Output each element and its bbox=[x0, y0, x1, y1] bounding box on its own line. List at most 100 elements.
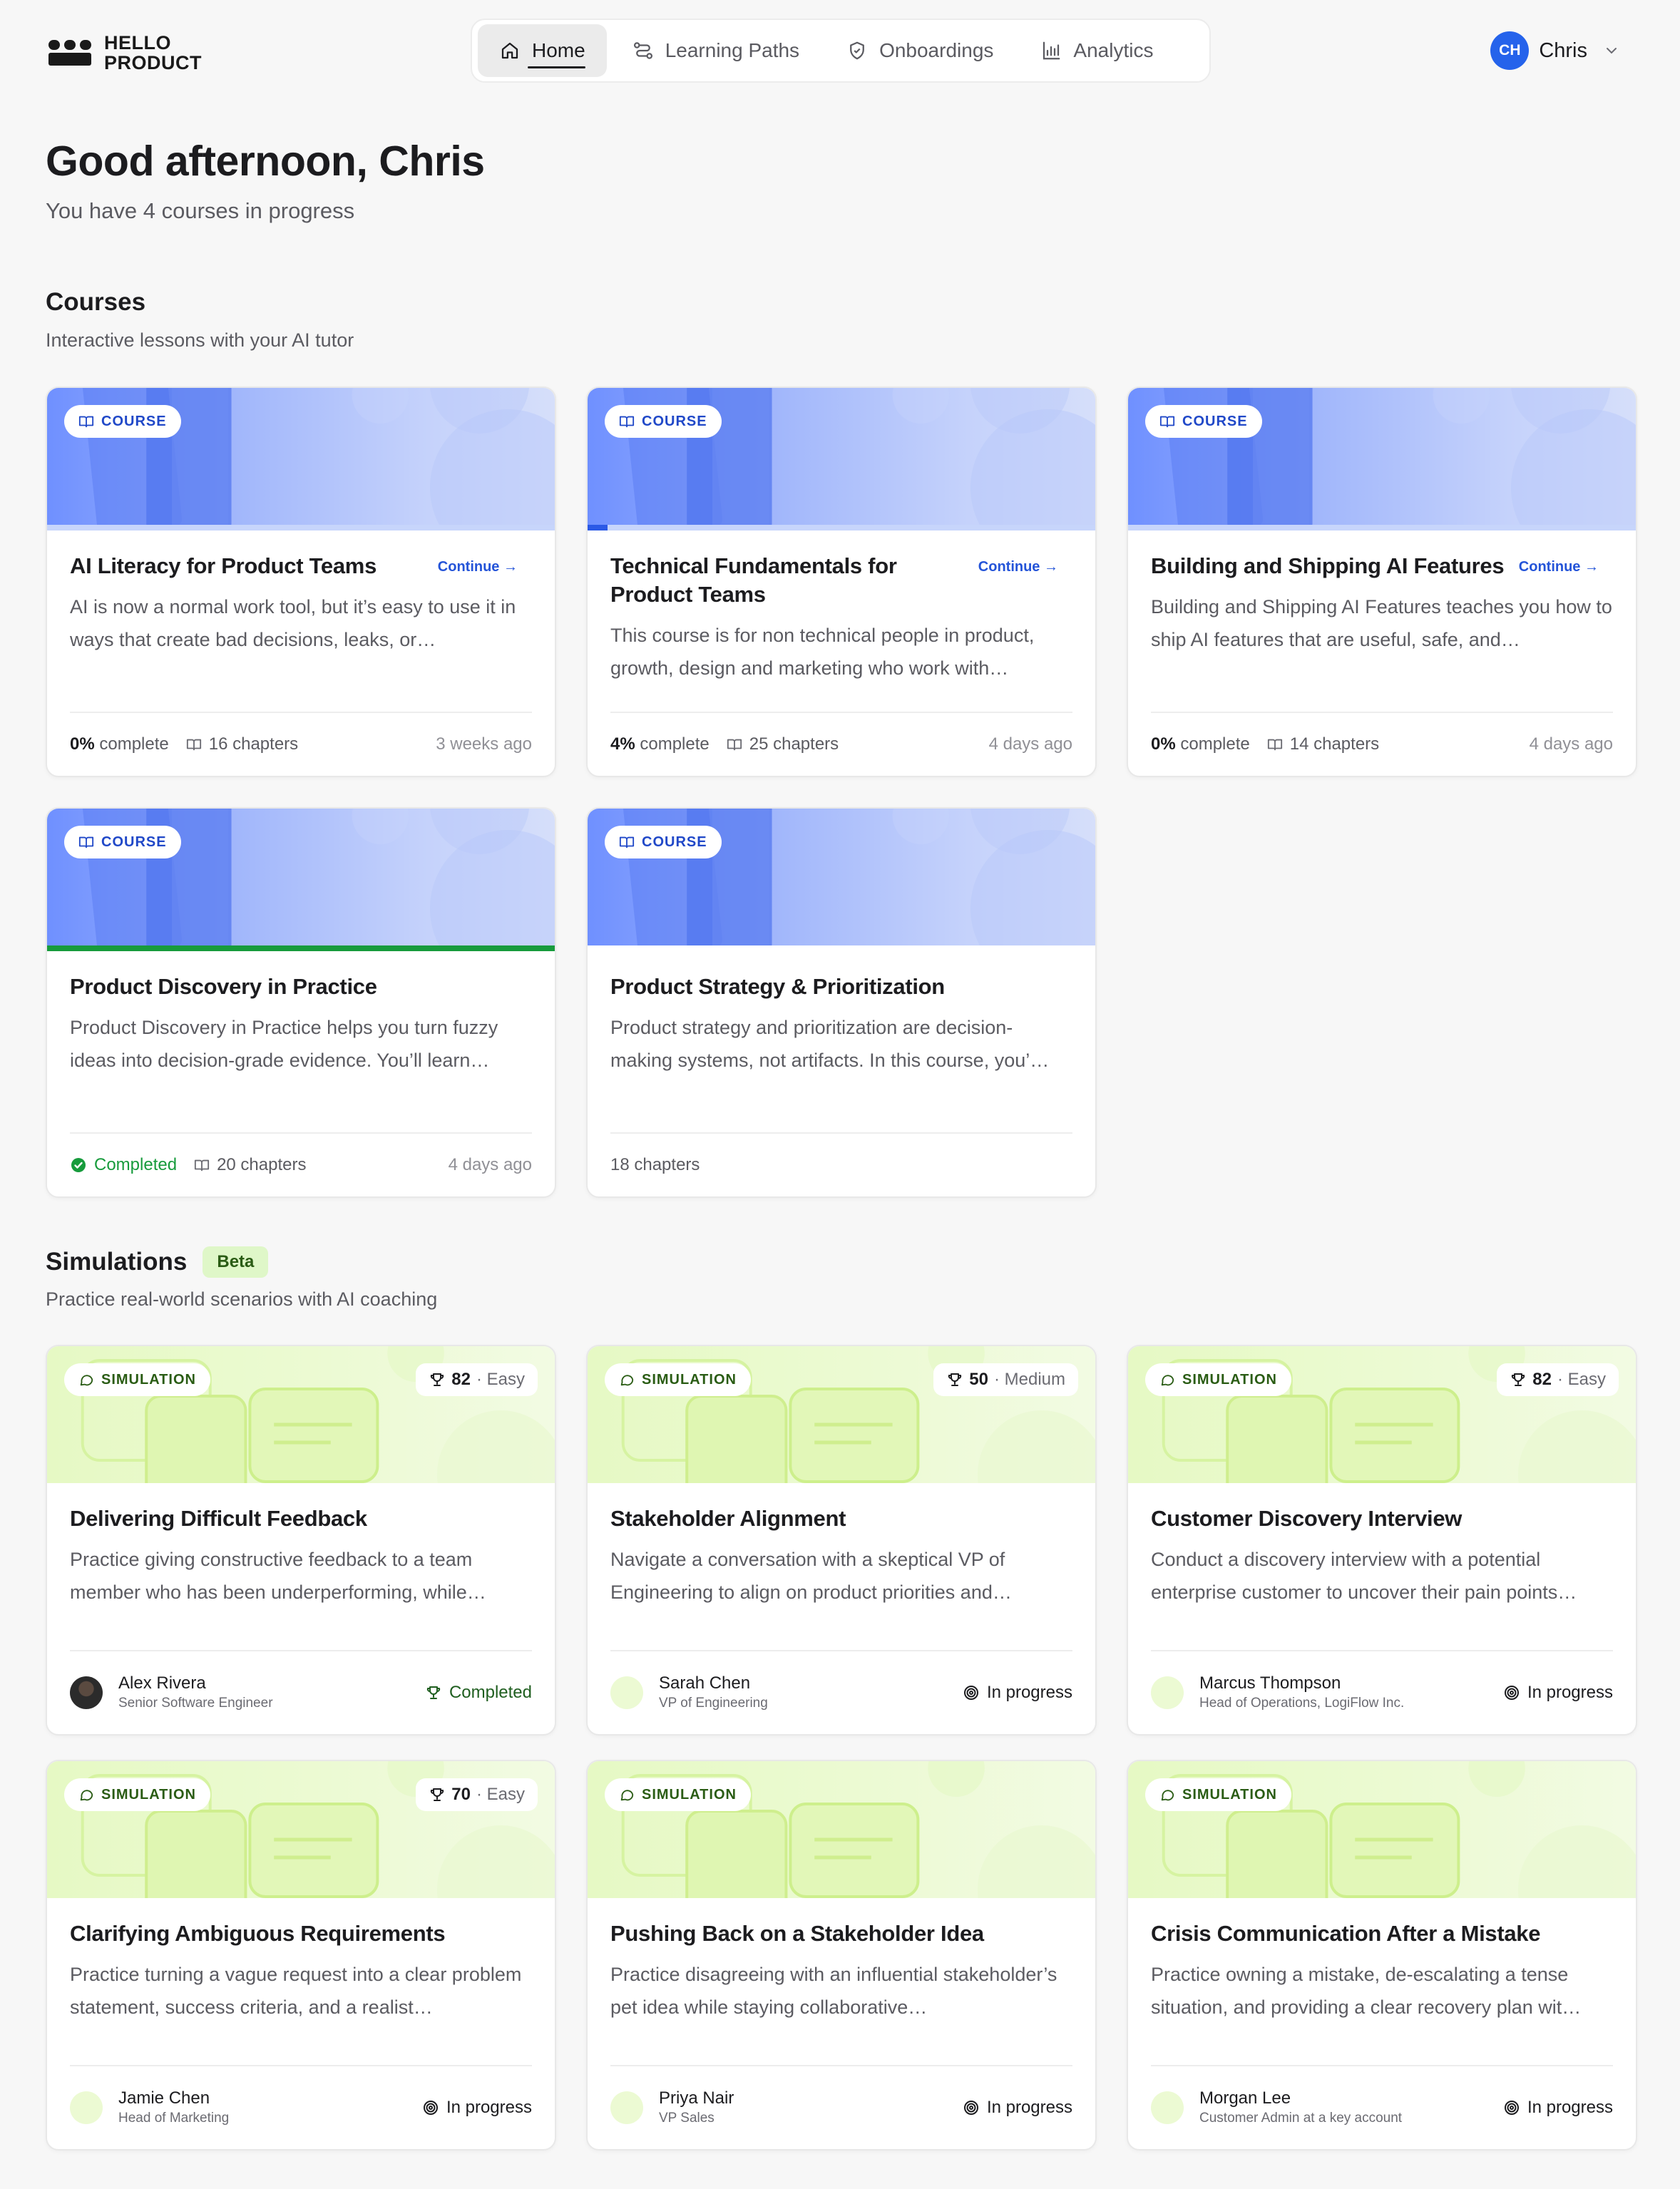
course-badge: COURSE bbox=[64, 405, 181, 438]
nav-learning-paths[interactable]: Learning Paths bbox=[611, 24, 821, 77]
score-value: 82 bbox=[1532, 1370, 1552, 1389]
bar-chart-icon bbox=[1040, 40, 1062, 61]
simulation-banner: SIMULATION 70 · Easy bbox=[47, 1761, 555, 1898]
simulation-status-label: In progress bbox=[1527, 1683, 1613, 1702]
simulation-title: Delivering Difficult Feedback bbox=[70, 1506, 367, 1531]
book-icon bbox=[78, 414, 94, 429]
continue-button[interactable]: Continue → bbox=[1519, 559, 1599, 575]
chat-bubble-icon bbox=[1159, 1787, 1175, 1803]
nav-analytics[interactable]: Analytics bbox=[1019, 24, 1174, 77]
chapter-count-label: 18 chapters bbox=[610, 1155, 700, 1174]
chapter-count: 14 chapters bbox=[1267, 734, 1379, 754]
simulation-banner: SIMULATION bbox=[588, 1761, 1095, 1898]
chapter-count: 20 chapters bbox=[194, 1155, 306, 1175]
avatar bbox=[70, 1676, 103, 1709]
chevron-down-icon bbox=[1603, 42, 1620, 59]
simulation-footer: Priya Nair VP Sales In progress bbox=[610, 2065, 1072, 2149]
simulation-status: In progress bbox=[422, 2098, 532, 2118]
persona-role: Customer Admin at a key account bbox=[1199, 2111, 1403, 2126]
simulation-description: Practice giving constructive feedback to… bbox=[70, 1549, 486, 1603]
persona: Sarah Chen VP of Engineering bbox=[610, 1673, 768, 1713]
course-card[interactable]: COURSE Product Strategy & Prioritization P… bbox=[586, 807, 1097, 1198]
continue-button[interactable]: Continue → bbox=[438, 559, 518, 575]
simulation-status: In progress bbox=[1503, 2098, 1613, 2118]
book-icon bbox=[1267, 737, 1283, 752]
course-description: Product strategy and prioritization are … bbox=[610, 1017, 1050, 1071]
completed-status: Completed bbox=[70, 1155, 177, 1175]
persona-name: Sarah Chen bbox=[659, 1673, 751, 1693]
score-badge: 82 · Easy bbox=[1497, 1363, 1619, 1396]
simulation-badge-label: SIMULATION bbox=[101, 1786, 196, 1803]
nav-onboardings[interactable]: Onboardings bbox=[825, 24, 1015, 77]
persona: Alex Rivera Senior Software Engineer bbox=[70, 1673, 273, 1713]
course-progress-fill bbox=[47, 945, 555, 951]
simulation-badge: SIMULATION bbox=[1145, 1778, 1291, 1811]
persona-role: Head of Marketing bbox=[118, 2111, 230, 2126]
simulation-footer: Jamie Chen Head of Marketing In progress bbox=[70, 2065, 532, 2149]
score-badge: 50 · Medium bbox=[933, 1363, 1078, 1396]
last-updated: 4 days ago bbox=[448, 1155, 532, 1174]
continue-button[interactable]: Continue → bbox=[978, 559, 1058, 575]
simulations-title-text: Simulations bbox=[46, 1248, 188, 1276]
simulation-card[interactable]: SIMULATION 82 · Easy Delivering Difficult F… bbox=[46, 1345, 556, 1736]
last-updated: 4 days ago bbox=[988, 734, 1072, 754]
nav-onboardings-label: Onboardings bbox=[879, 39, 994, 61]
avatar bbox=[1151, 2091, 1184, 2124]
trophy-icon bbox=[429, 1786, 446, 1803]
course-description: Product Discovery in Practice helps you … bbox=[70, 1017, 498, 1071]
brand-logo[interactable]: HELLO PRODUCT bbox=[48, 33, 202, 73]
persona-role: VP of Engineering bbox=[659, 1696, 768, 1711]
shield-icon bbox=[846, 40, 868, 61]
greeting-subtitle: You have 4 courses in progress bbox=[46, 198, 355, 223]
simulation-card[interactable]: SIMULATION 70 · Easy Clarifying Ambiguous R… bbox=[46, 1760, 556, 2150]
book-icon bbox=[194, 1157, 210, 1173]
course-banner: COURSE bbox=[588, 388, 1095, 525]
course-card[interactable]: COURSE Building and Shipping AI Features C… bbox=[1127, 386, 1637, 777]
chapter-count: 18 chapters bbox=[610, 1155, 700, 1175]
course-description: AI is now a normal work tool, but it’s e… bbox=[70, 596, 516, 650]
nav-analytics-label: Analytics bbox=[1073, 39, 1154, 61]
simulation-badge-label: SIMULATION bbox=[642, 1786, 737, 1803]
user-menu[interactable]: CH Chris bbox=[1490, 31, 1620, 70]
chapter-count-label: 16 chapters bbox=[208, 734, 299, 754]
simulation-title: Stakeholder Alignment bbox=[610, 1506, 846, 1531]
simulation-status: In progress bbox=[1503, 1683, 1613, 1703]
simulation-card[interactable]: SIMULATION 82 · Easy Customer Discovery Int… bbox=[1127, 1345, 1637, 1736]
progress-suffix: complete bbox=[640, 734, 710, 754]
courses-title: Courses bbox=[46, 288, 145, 317]
progress-percent: 4% bbox=[610, 734, 635, 754]
simulation-badge-label: SIMULATION bbox=[1182, 1371, 1277, 1388]
difficulty-label: · Medium bbox=[993, 1370, 1065, 1389]
simulation-status: In progress bbox=[963, 1683, 1072, 1703]
chapter-count: 25 chapters bbox=[727, 734, 839, 754]
simulation-card[interactable]: SIMULATION Crisis Communication After a M… bbox=[1127, 1760, 1637, 2150]
simulation-card[interactable]: SIMULATION 50 · Medium Stakeholder Alignmen… bbox=[586, 1345, 1097, 1736]
avatar bbox=[610, 2091, 643, 2124]
simulation-status-label: In progress bbox=[986, 2098, 1072, 2117]
progress-percent: 0% bbox=[70, 734, 95, 754]
chat-bubble-icon bbox=[619, 1787, 635, 1803]
greeting-title: Good afternoon, Chris bbox=[46, 138, 485, 185]
simulation-badge-label: SIMULATION bbox=[642, 1371, 737, 1388]
brand-name: HELLO PRODUCT bbox=[104, 33, 202, 73]
course-badge-label: COURSE bbox=[101, 413, 167, 429]
brand-mark-icon bbox=[48, 37, 94, 68]
course-card[interactable]: COURSE Product Discovery in Practice Produ… bbox=[46, 807, 556, 1198]
course-card[interactable]: COURSE AI Literacy for Product Teams Conti… bbox=[46, 386, 556, 777]
course-badge-label: COURSE bbox=[101, 834, 167, 850]
avatar bbox=[1151, 1676, 1184, 1709]
simulation-banner: SIMULATION bbox=[1128, 1761, 1636, 1898]
main-nav: Home Learning Paths Onboardings Analytic… bbox=[471, 19, 1211, 83]
completed-label: Completed bbox=[94, 1155, 178, 1174]
simulation-description: Practice owning a mistake, de-escalating… bbox=[1151, 1964, 1582, 2018]
score-value: 70 bbox=[451, 1785, 471, 1804]
nav-home[interactable]: Home bbox=[478, 24, 607, 77]
last-updated: 4 days ago bbox=[1529, 734, 1613, 754]
course-badge: COURSE bbox=[605, 826, 722, 858]
course-badge: COURSE bbox=[605, 405, 722, 438]
simulation-card[interactable]: SIMULATION Pushing Back on a Stakeholder … bbox=[586, 1760, 1097, 2150]
course-card[interactable]: COURSE Technical Fundamentals for Product… bbox=[586, 386, 1097, 777]
chapter-count: 16 chapters bbox=[186, 734, 298, 754]
courses-title-text: Courses bbox=[46, 288, 146, 316]
last-updated: 3 weeks ago bbox=[436, 734, 532, 754]
